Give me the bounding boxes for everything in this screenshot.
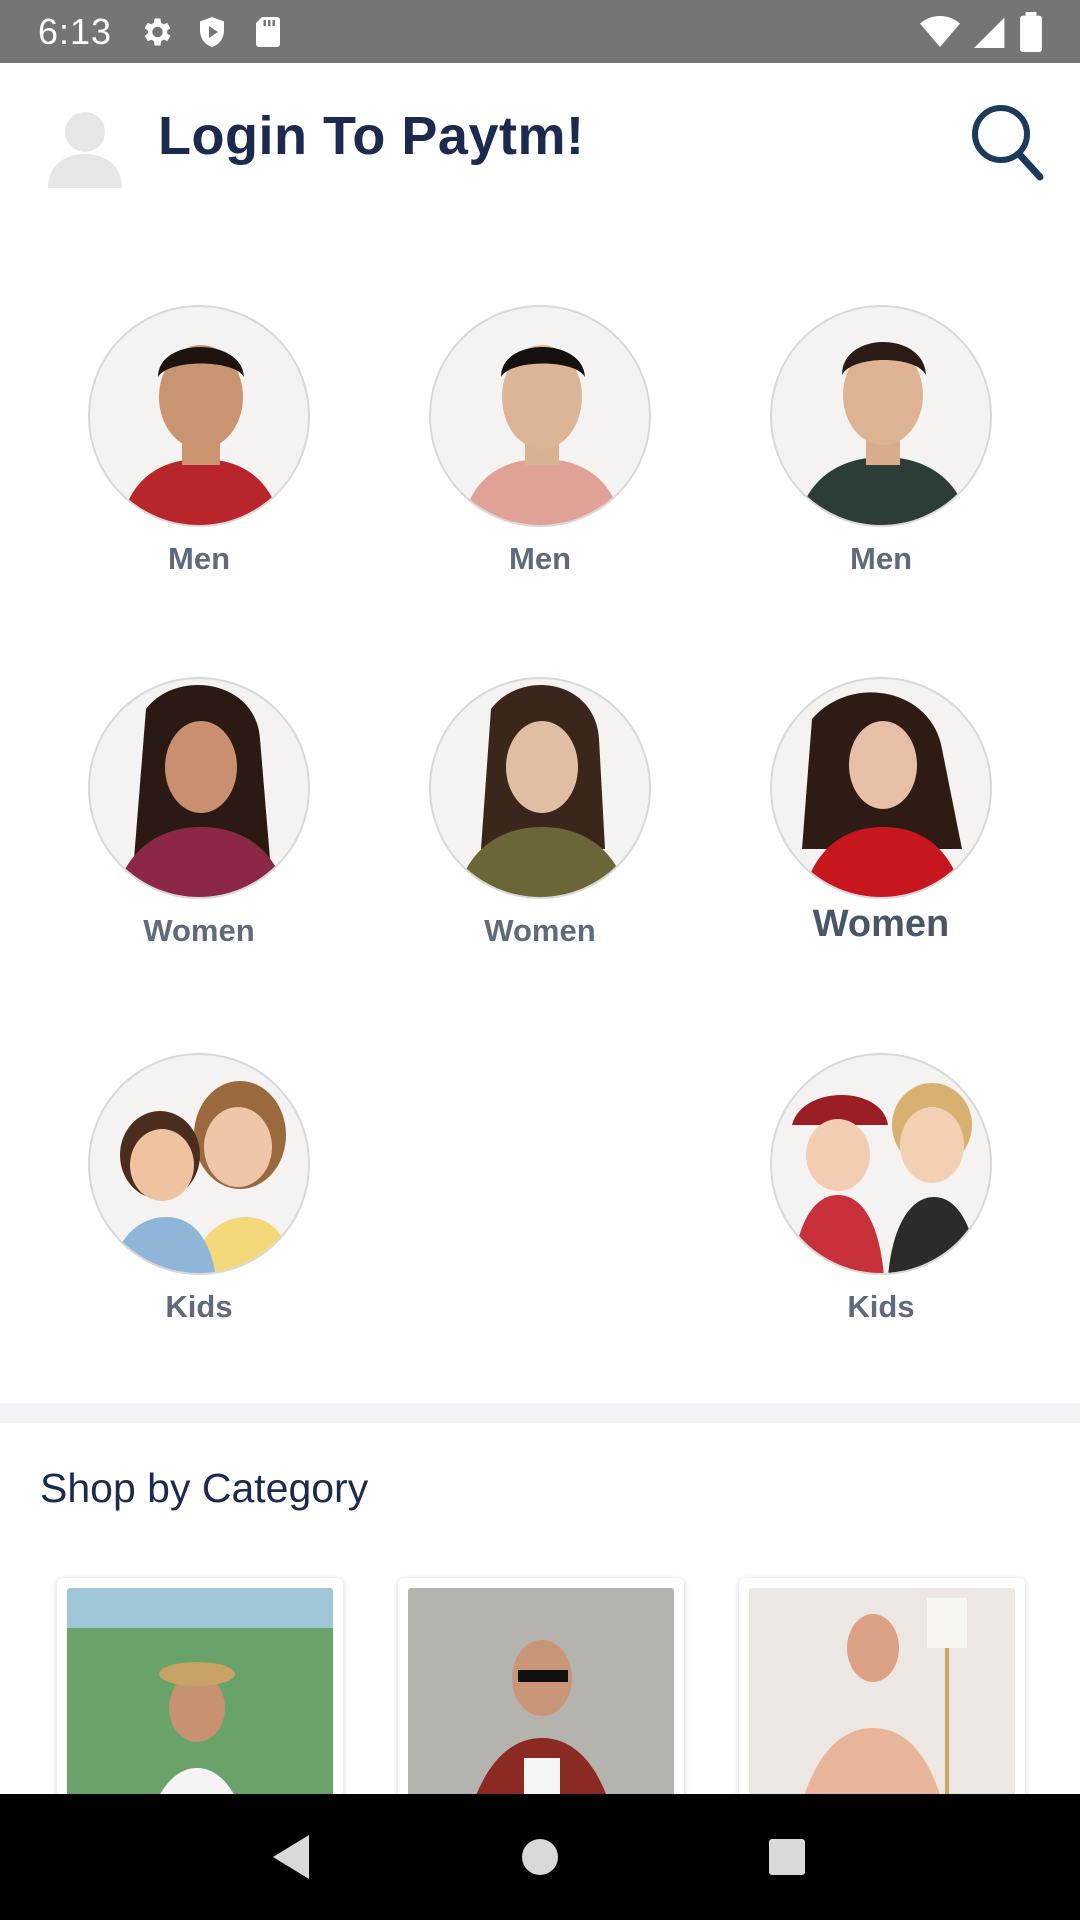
- search-icon[interactable]: [968, 101, 1046, 183]
- men-image: [429, 305, 651, 527]
- category-label: Men: [168, 541, 230, 576]
- kids-image: [770, 1053, 992, 1275]
- back-icon[interactable]: [263, 1827, 323, 1887]
- login-title[interactable]: Login To Paytm!: [158, 105, 584, 167]
- men-image: [88, 305, 310, 527]
- category-label: Kids: [165, 1289, 233, 1324]
- category-men-1[interactable]: Men: [69, 270, 329, 577]
- women-image: [429, 677, 651, 899]
- category-kids-1[interactable]: Kids: [69, 1018, 329, 1325]
- category-label: Women: [484, 913, 596, 948]
- battery-icon: [1020, 11, 1042, 52]
- status-time: 6:13: [38, 10, 113, 52]
- category-men-3[interactable]: Men: [751, 270, 1011, 577]
- women-image: [770, 677, 992, 899]
- home-icon[interactable]: [510, 1827, 570, 1887]
- category-label: Women: [143, 913, 255, 948]
- category-label: Men: [850, 541, 912, 576]
- category-label: Men: [509, 541, 571, 576]
- category-label: Kids: [847, 1289, 915, 1324]
- sd-card-icon: [256, 16, 281, 47]
- user-avatar-icon[interactable]: [48, 108, 122, 188]
- shop-by-category-title: Shop by Category: [40, 1465, 369, 1511]
- gear-icon: [144, 18, 171, 45]
- wifi-icon: [920, 15, 960, 47]
- category-men-2[interactable]: Men: [410, 270, 670, 577]
- women-image: [88, 677, 310, 899]
- category-women-1[interactable]: Women: [69, 642, 329, 949]
- men-image: [770, 305, 992, 527]
- recents-icon[interactable]: [757, 1827, 817, 1887]
- category-kids-2[interactable]: Kids: [751, 1018, 1011, 1325]
- status-bar: 6:13: [0, 0, 1080, 63]
- app-header: Login To Paytm!: [0, 63, 1080, 223]
- category-women-3[interactable]: Women: [751, 642, 1011, 946]
- category-label: Women: [812, 903, 950, 945]
- shield-icon: [200, 16, 225, 47]
- status-right-icons: [920, 11, 1042, 52]
- category-women-2[interactable]: Women: [410, 642, 670, 949]
- signal-icon: [974, 17, 1005, 48]
- kids-image: [88, 1053, 310, 1275]
- section-divider: [0, 1403, 1080, 1423]
- system-nav-bar: [0, 1794, 1080, 1920]
